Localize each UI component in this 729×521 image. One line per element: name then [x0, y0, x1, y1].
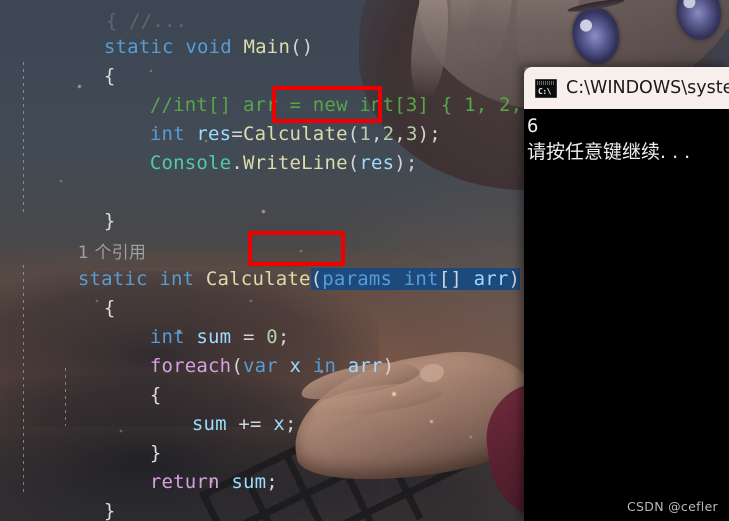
token-type-console: Console: [149, 152, 232, 174]
console-title-text: C:\WINDOWS\system: [566, 78, 729, 98]
token-method-writeline: WriteLine: [242, 152, 348, 174]
cmd-console-icon: C:\: [535, 78, 557, 98]
code-line-main-signature: static void Main(): [103, 36, 314, 58]
console-output-line-1: 6: [527, 115, 539, 137]
console-window[interactable]: C:\ C:\WINDOWS\system 6 请按任意键继续. . .: [524, 67, 729, 521]
token-identifier-res-2: res: [359, 152, 395, 174]
console-output-line-2: 请按任意键继续. . .: [527, 141, 691, 163]
console-output-area[interactable]: 6 请按任意键继续. . .: [524, 109, 729, 521]
cmd-icon-glyph: C:\: [538, 86, 551, 96]
screenshot-root: { //... static void Main() { //int[] arr…: [0, 0, 729, 521]
console-title-bar[interactable]: C:\ C:\WINDOWS\system: [524, 67, 729, 109]
code-line-main-open-brace: {: [103, 65, 116, 87]
watermark-label: CSDN @cefler: [627, 499, 718, 514]
annotation-box-params-keyword: [248, 231, 345, 266]
annotation-box-call-args: [272, 86, 382, 123]
